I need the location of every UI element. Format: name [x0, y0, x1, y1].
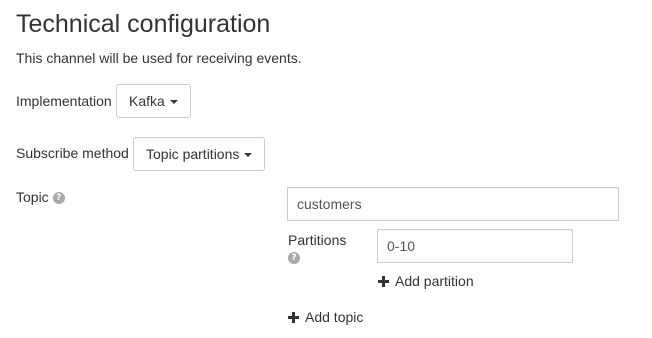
implementation-selected: Kafka [129, 93, 165, 109]
topic-label: Topic [16, 189, 49, 205]
add-topic-button[interactable]: Add topic [288, 309, 363, 326]
subscribe-method-label: Subscribe method [16, 145, 129, 161]
add-partition-label: Add partition [395, 273, 474, 289]
caret-down-icon [244, 153, 253, 157]
partitions-label: Partitions [288, 232, 347, 248]
question-circle-icon[interactable]: ? [52, 191, 65, 204]
partitions-input[interactable] [377, 229, 573, 263]
subscribe-method-selected: Topic partitions [146, 146, 240, 162]
caret-down-icon [169, 100, 178, 104]
page-description: This channel will be used for receiving … [16, 50, 302, 66]
topic-input[interactable] [287, 187, 619, 221]
topic-label-group: Topic ? [16, 189, 65, 206]
add-topic-label: Add topic [305, 309, 364, 325]
add-partition-button[interactable]: Add partition [378, 273, 474, 290]
plus-icon [288, 312, 299, 323]
page-title: Technical configuration [16, 10, 271, 38]
implementation-dropdown[interactable]: Kafka [116, 84, 191, 118]
plus-icon [378, 276, 389, 287]
question-circle-icon[interactable]: ? [288, 252, 300, 264]
implementation-label: Implementation [16, 93, 112, 109]
subscribe-method-dropdown[interactable]: Topic partitions [133, 137, 266, 171]
